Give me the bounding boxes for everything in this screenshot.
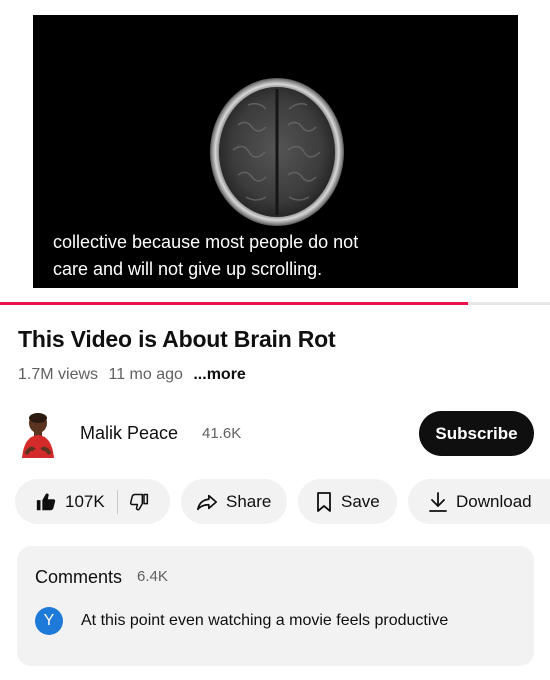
video-meta[interactable]: 1.7M views 11 mo ago ...more: [18, 366, 252, 384]
download-label: Download: [456, 491, 532, 511]
thumbs-down-icon: [129, 493, 148, 511]
save-button[interactable]: Save: [298, 479, 397, 524]
comments-card[interactable]: Comments 6.4K Y At this point even watch…: [17, 546, 534, 666]
top-comment-text: At this point even watching a movie feel…: [81, 612, 449, 629]
caption-line: collective because most people do not: [53, 232, 359, 252]
upload-age: 11 mo ago: [108, 366, 183, 383]
save-label: Save: [341, 491, 380, 511]
video-player[interactable]: collective because most people do not ca…: [33, 15, 518, 288]
commenter-avatar: Y: [35, 607, 63, 635]
view-count: 1.7M views: [18, 366, 99, 383]
more-link[interactable]: ...more: [193, 366, 245, 383]
subscriber-count: 41.6K: [202, 425, 242, 442]
like-count: 107K: [65, 491, 105, 511]
channel-name[interactable]: Malik Peace: [80, 423, 178, 444]
comments-count: 6.4K: [137, 568, 168, 585]
caption-line: care and will not give up scrolling.: [53, 259, 323, 279]
dislike-button[interactable]: [118, 479, 149, 524]
share-label: Share: [226, 491, 272, 511]
video-caption: collective because most people do not ca…: [53, 229, 358, 283]
subscribe-button[interactable]: Subscribe: [419, 411, 534, 456]
comments-title: Comments: [35, 567, 123, 587]
download-button[interactable]: Download: [408, 479, 550, 524]
share-arrow-icon: [197, 494, 217, 510]
share-button[interactable]: Share: [181, 479, 287, 524]
video-title: This Video is About Brain Rot: [18, 326, 336, 352]
like-dislike-group: 107K: [15, 479, 170, 524]
bookmark-icon: [317, 491, 331, 512]
channel-avatar[interactable]: [18, 410, 58, 458]
download-arrow-icon: [429, 491, 447, 512]
thumbs-up-icon: [36, 492, 56, 510]
like-button[interactable]: 107K: [15, 479, 105, 524]
